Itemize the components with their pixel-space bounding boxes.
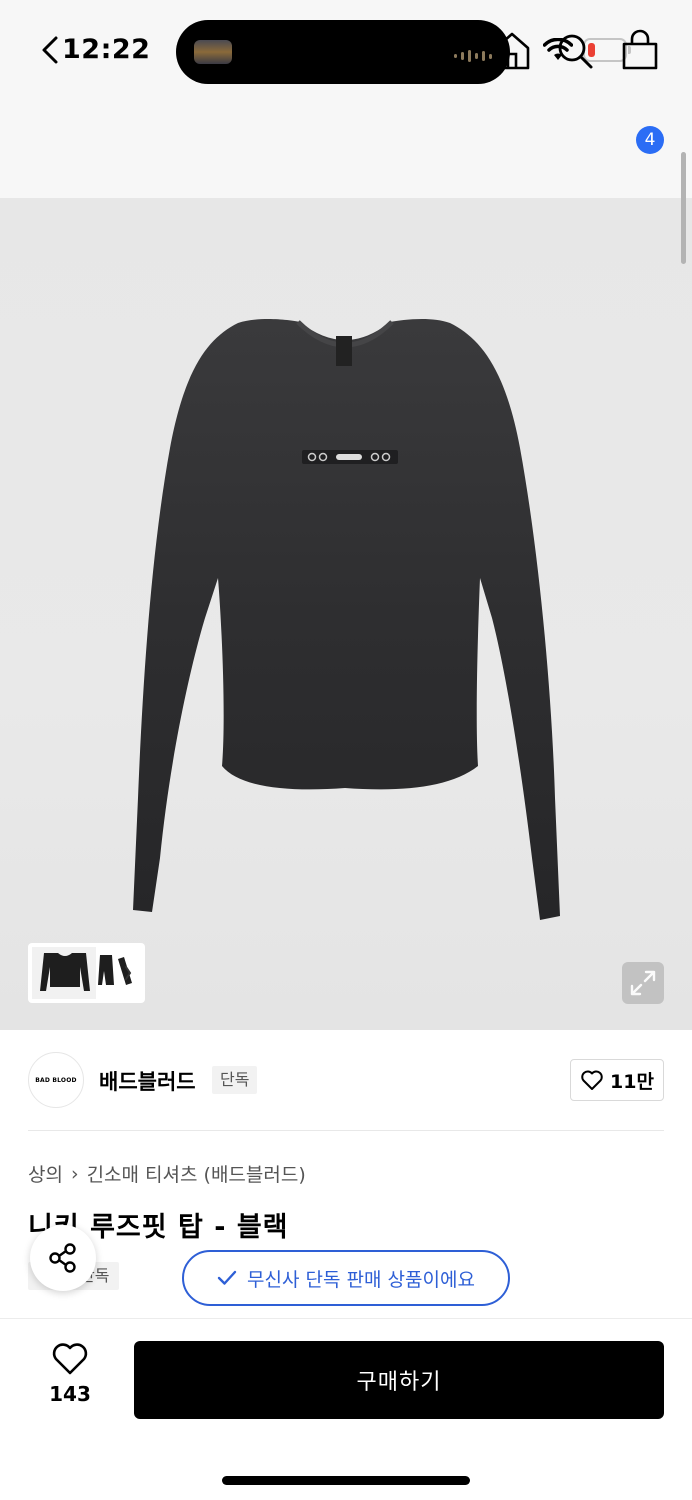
- home-indicator[interactable]: [222, 1476, 470, 1485]
- breadcrumb-category[interactable]: 상의: [28, 1160, 63, 1187]
- home-icon[interactable]: [492, 28, 532, 72]
- breadcrumb-separator: ›: [70, 1162, 79, 1185]
- brand-logo-text: BAD BLOOD: [35, 1076, 77, 1084]
- brand-logo[interactable]: BAD BLOOD: [28, 1052, 84, 1108]
- brand-name[interactable]: 배드블러드: [99, 1066, 196, 1096]
- breadcrumb-subcategory[interactable]: 긴소매 티셔츠 (배드블러드): [87, 1160, 306, 1187]
- audio-waveform-icon: [454, 50, 492, 62]
- nav-bar: [0, 100, 692, 198]
- image-thumbnail-strip[interactable]: [28, 943, 145, 1003]
- breadcrumb: 상의 › 긴소매 티셔츠 (배드블러드): [28, 1160, 306, 1187]
- exclusive-notice-text: 무신사 단독 판매 상품이에요: [247, 1268, 475, 1291]
- neck-label: [336, 336, 352, 366]
- cart-icon[interactable]: [618, 28, 662, 72]
- check-icon: [217, 1270, 237, 1285]
- buy-button[interactable]: 구매하기: [134, 1341, 664, 1419]
- divider: [28, 1130, 664, 1131]
- expand-image-button[interactable]: [622, 962, 664, 1004]
- dynamic-island[interactable]: [176, 20, 510, 84]
- share-button[interactable]: [30, 1225, 96, 1291]
- wishlist-heart-icon: [52, 1343, 88, 1375]
- brand-like-count: 11만: [610, 1070, 654, 1093]
- cart-count-badge: 4: [636, 126, 664, 154]
- product-image[interactable]: [0, 198, 692, 1030]
- share-icon: [49, 1243, 76, 1273]
- now-playing-artwork: [194, 40, 232, 64]
- heart-icon: [581, 1070, 603, 1090]
- brand-like-button[interactable]: 11만: [570, 1059, 664, 1101]
- expand-icon: [630, 970, 656, 996]
- page-scrollbar[interactable]: [681, 152, 686, 264]
- brand-exclusive-badge: 단독: [212, 1066, 258, 1094]
- wishlist-button[interactable]: 143: [40, 1342, 100, 1416]
- product-photo-top: [133, 319, 560, 920]
- thumbnail-images: [32, 947, 132, 999]
- status-time: 12:22: [62, 34, 151, 65]
- exclusive-notice[interactable]: 무신사 단독 판매 상품이에요: [182, 1250, 510, 1306]
- search-icon[interactable]: [555, 28, 595, 72]
- wishlist-count: 143: [49, 1382, 91, 1406]
- back-icon[interactable]: [30, 28, 70, 72]
